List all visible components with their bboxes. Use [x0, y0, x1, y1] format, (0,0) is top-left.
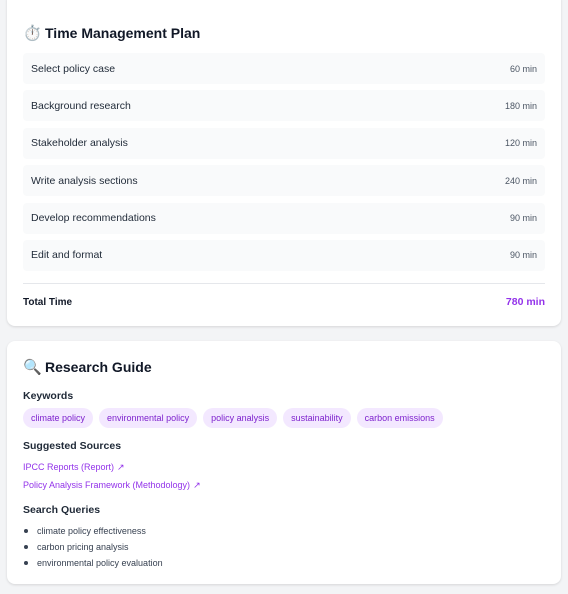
query-text: climate policy effectiveness [37, 526, 146, 536]
query-text: environmental policy evaluation [37, 558, 163, 568]
source-link[interactable]: IPCC Reports (Report) ↗ [23, 461, 201, 479]
list-item: climate policy effectiveness [23, 523, 163, 539]
task-row: Edit and format 90 min [23, 239, 545, 271]
task-duration: 180 min [504, 100, 537, 111]
magnifier-icon: 🔍 [23, 359, 42, 376]
bullet-icon [24, 561, 28, 565]
search-queries-label: Search Queries [23, 504, 101, 516]
total-label: Total Time [23, 296, 73, 308]
keyword-chip[interactable]: environmental policy [99, 408, 198, 428]
total-row: Total Time 780 min [23, 296, 545, 308]
stopwatch-icon: ⏱️ [23, 25, 42, 42]
research-guide-title-text: Research Guide [45, 359, 152, 375]
time-plan-title: ⏱️ Time Management Plan [23, 24, 200, 42]
task-duration: 120 min [504, 138, 537, 149]
research-guide-title: 🔍 Research Guide [23, 358, 152, 376]
task-duration: 60 min [509, 63, 537, 74]
keyword-chip[interactable]: climate policy [23, 408, 94, 428]
source-link[interactable]: Policy Analysis Framework (Methodology) ↗ [23, 479, 201, 497]
task-name: Develop recommendations [31, 212, 156, 225]
task-name: Write analysis sections [31, 174, 138, 187]
task-row: Stakeholder analysis 120 min [23, 127, 545, 159]
task-name: Edit and format [31, 249, 103, 262]
keyword-chip[interactable]: policy analysis [203, 408, 278, 428]
external-link-icon: ↗ [193, 480, 201, 490]
keyword-list: climate policy environmental policy poli… [23, 408, 443, 428]
source-link-label: IPCC Reports (Report) [23, 462, 115, 472]
task-row: Select policy case 60 min [23, 53, 545, 84]
task-row: Background research 180 min [23, 90, 545, 122]
suggested-sources-label: Suggested Sources [23, 440, 122, 452]
source-link-label: Policy Analysis Framework (Methodology) [23, 480, 191, 490]
source-list: IPCC Reports (Report) ↗ Policy Analysis F… [23, 461, 201, 497]
research-guide-card: 🔍 Research Guide Keywords climate policy… [7, 341, 561, 584]
total-value: 780 min [505, 296, 545, 308]
task-list: Select policy case 60 min Background res… [23, 53, 545, 277]
keyword-chip[interactable]: carbon emissions [356, 408, 443, 428]
task-row: Develop recommendations 90 min [23, 202, 545, 234]
query-list: climate policy effectiveness carbon pric… [23, 523, 163, 571]
time-management-card: ⏱️ Time Management Plan Select policy ca… [7, 0, 561, 326]
query-text: carbon pricing analysis [37, 542, 129, 552]
total-divider [23, 283, 545, 284]
task-row: Write analysis sections 240 min [23, 165, 545, 197]
task-duration: 90 min [509, 213, 537, 224]
keywords-label: Keywords [23, 390, 74, 402]
task-name: Stakeholder analysis [31, 137, 128, 150]
keyword-chip[interactable]: sustainability [283, 408, 351, 428]
list-item: carbon pricing analysis [23, 539, 163, 555]
task-name: Select policy case [31, 62, 116, 75]
task-name: Background research [31, 99, 131, 112]
bullet-icon [24, 545, 28, 549]
bullet-icon [24, 529, 28, 533]
task-duration: 90 min [509, 250, 537, 261]
task-duration: 240 min [504, 175, 537, 186]
time-plan-title-text: Time Management Plan [45, 25, 201, 41]
external-link-icon: ↗ [117, 462, 125, 472]
list-item: environmental policy evaluation [23, 555, 163, 571]
